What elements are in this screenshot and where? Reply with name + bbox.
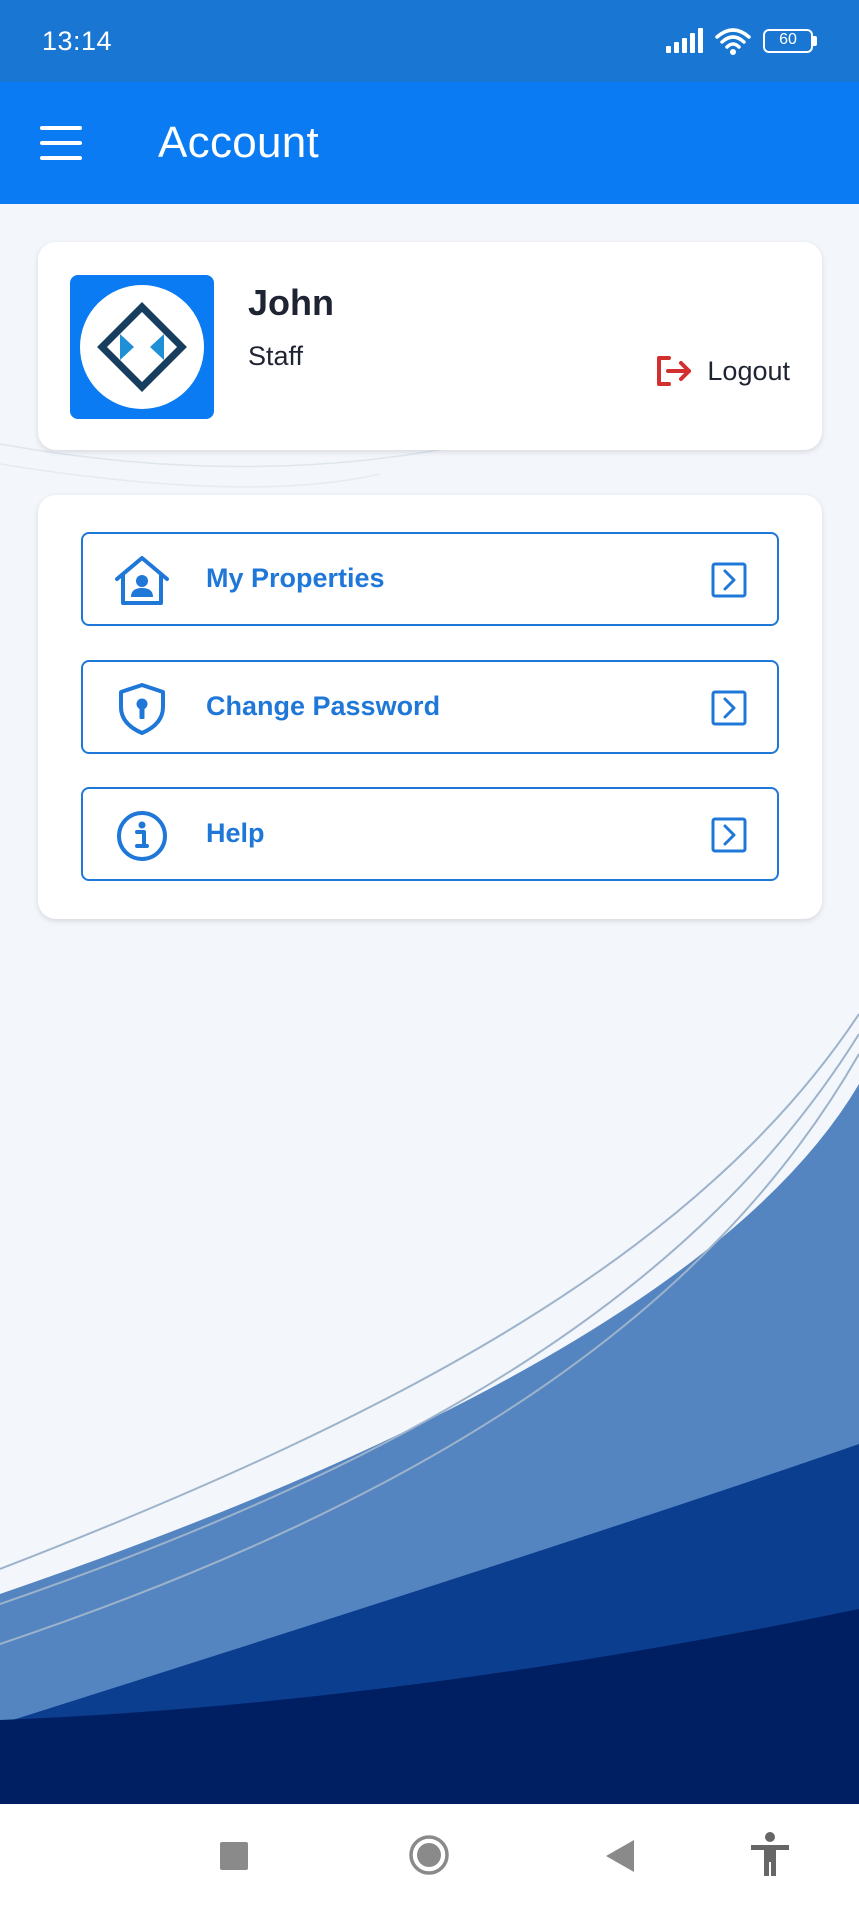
status-time: 13:14: [42, 25, 113, 56]
back-triangle-icon[interactable]: [606, 1840, 634, 1872]
status-icons: 60: [665, 27, 817, 55]
avatar: [70, 275, 214, 419]
user-name: John: [248, 282, 334, 323]
shield-keyhole-icon: [113, 681, 171, 737]
battery-icon: 60: [763, 29, 817, 53]
menu-item-help[interactable]: Help: [81, 787, 779, 881]
battery-level: 60: [779, 31, 797, 48]
chevron-right-box-icon: [711, 690, 747, 726]
logout-button[interactable]: Logout: [655, 355, 790, 387]
house-user-icon: [113, 553, 171, 609]
chevron-right-box-icon: [711, 562, 747, 598]
menu-item-label: My Properties: [206, 563, 385, 593]
menu-item-label: Change Password: [206, 691, 441, 721]
signal-icon: [666, 28, 703, 53]
logout-label: Logout: [707, 355, 790, 386]
profile-card: John Staff Logout: [38, 242, 822, 450]
status-bar: 13:14 60: [0, 0, 859, 82]
info-circle-icon: [113, 808, 171, 864]
menu-item-change-password[interactable]: Change Password: [81, 660, 779, 754]
home-circle-icon[interactable]: [408, 1834, 450, 1876]
accessibility-icon[interactable]: [748, 1832, 792, 1878]
logout-icon: [657, 356, 692, 386]
hamburger-menu-icon[interactable]: [40, 126, 82, 160]
menu-card: My Properties Change Password Help: [38, 495, 822, 919]
menu-item-label: Help: [206, 818, 265, 848]
menu-item-my-properties[interactable]: My Properties: [81, 532, 779, 626]
app-bar: Account: [0, 82, 859, 204]
chevron-right-box-icon: [711, 817, 747, 853]
user-role: Staff: [248, 341, 304, 371]
recents-square-icon[interactable]: [220, 1842, 248, 1870]
system-nav-bar: [0, 1804, 859, 1908]
wifi-icon: [715, 28, 751, 55]
company-logo: [80, 285, 204, 409]
page-title: Account: [158, 118, 320, 167]
